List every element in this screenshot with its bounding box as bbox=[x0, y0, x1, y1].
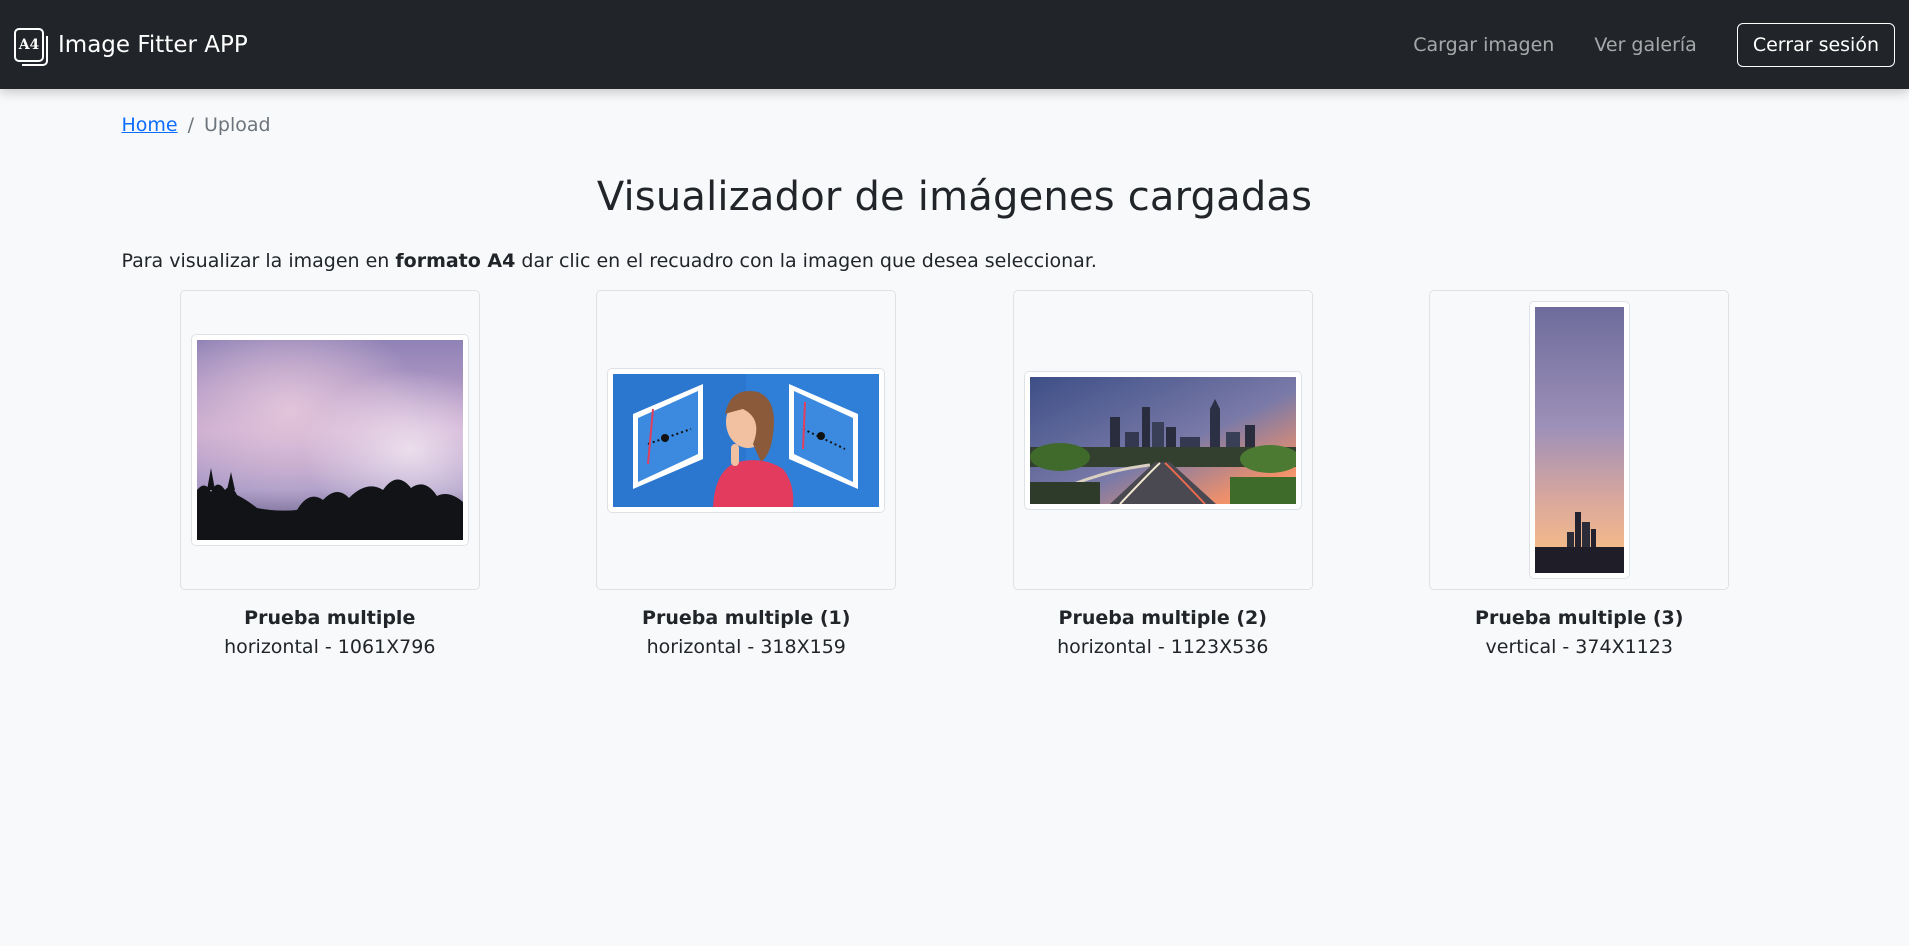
image-title: Prueba multiple bbox=[244, 607, 416, 629]
sunset-photo bbox=[1534, 307, 1624, 573]
image-info: horizontal - 1061X796 bbox=[224, 636, 436, 658]
image-info: vertical - 374X1123 bbox=[1485, 636, 1673, 658]
intro-text-start: Para visualizar la imagen en bbox=[121, 250, 396, 272]
brand-name[interactable]: Image Fitter APP bbox=[58, 32, 248, 58]
image-card: Prueba multiple (1) horizontal - 318X159 bbox=[596, 290, 897, 658]
image-title: Prueba multiple (2) bbox=[1058, 607, 1267, 629]
illustration-photo bbox=[613, 373, 880, 507]
image-card: Prueba multiple (2) horizontal - 1123X53… bbox=[1012, 290, 1313, 658]
image-frame[interactable] bbox=[179, 290, 480, 590]
a4-logo-icon: A4 bbox=[14, 27, 48, 66]
image-info: horizontal - 318X159 bbox=[646, 636, 846, 658]
top-navbar: A4 Image Fitter APP Cargar imagen Ver ga… bbox=[0, 0, 1909, 89]
intro-text-bold: formato A4 bbox=[395, 250, 516, 272]
breadcrumb-separator: / bbox=[187, 114, 195, 136]
image-title: Prueba multiple (3) bbox=[1475, 607, 1684, 629]
breadcrumb: Home / Upload bbox=[122, 114, 1788, 136]
nav-link-upload[interactable]: Cargar imagen bbox=[1413, 34, 1554, 56]
image-title: Prueba multiple (1) bbox=[642, 607, 851, 629]
image-info: horizontal - 1123X536 bbox=[1057, 636, 1269, 658]
image-frame[interactable] bbox=[1429, 290, 1730, 590]
image-card: Prueba multiple (3) vertical - 374X1123 bbox=[1429, 290, 1730, 658]
nav-menu: Cargar imagen Ver galería Cerrar sesión bbox=[1413, 22, 1895, 67]
image-frame[interactable] bbox=[1012, 290, 1313, 590]
image-thumbnail[interactable] bbox=[1023, 370, 1302, 510]
image-card: Prueba multiple horizontal - 1061X796 bbox=[179, 290, 480, 658]
nav-link-gallery[interactable]: Ver galería bbox=[1594, 34, 1696, 56]
intro-text-end: dar clic en el recuadro con la imagen qu… bbox=[515, 250, 1097, 272]
sky-photo bbox=[196, 340, 463, 540]
image-thumbnail[interactable] bbox=[190, 334, 469, 546]
logout-button[interactable]: Cerrar sesión bbox=[1736, 22, 1895, 67]
main-content: Home / Upload Visualizador de imágenes c… bbox=[122, 89, 1788, 658]
image-frame[interactable] bbox=[596, 290, 897, 590]
image-gallery: Prueba multiple horizontal - 1061X796 Pr… bbox=[122, 290, 1788, 658]
breadcrumb-current: Upload bbox=[204, 114, 271, 136]
page-title: Visualizador de imágenes cargadas bbox=[596, 174, 1313, 220]
brand[interactable]: A4 Image Fitter APP bbox=[14, 27, 248, 66]
intro-text: Para visualizar la imagen en formato A4 … bbox=[122, 250, 1788, 272]
image-thumbnail[interactable] bbox=[1528, 301, 1630, 579]
city-photo bbox=[1029, 376, 1296, 504]
breadcrumb-home-link[interactable]: Home bbox=[122, 114, 178, 136]
image-thumbnail[interactable] bbox=[607, 367, 886, 513]
